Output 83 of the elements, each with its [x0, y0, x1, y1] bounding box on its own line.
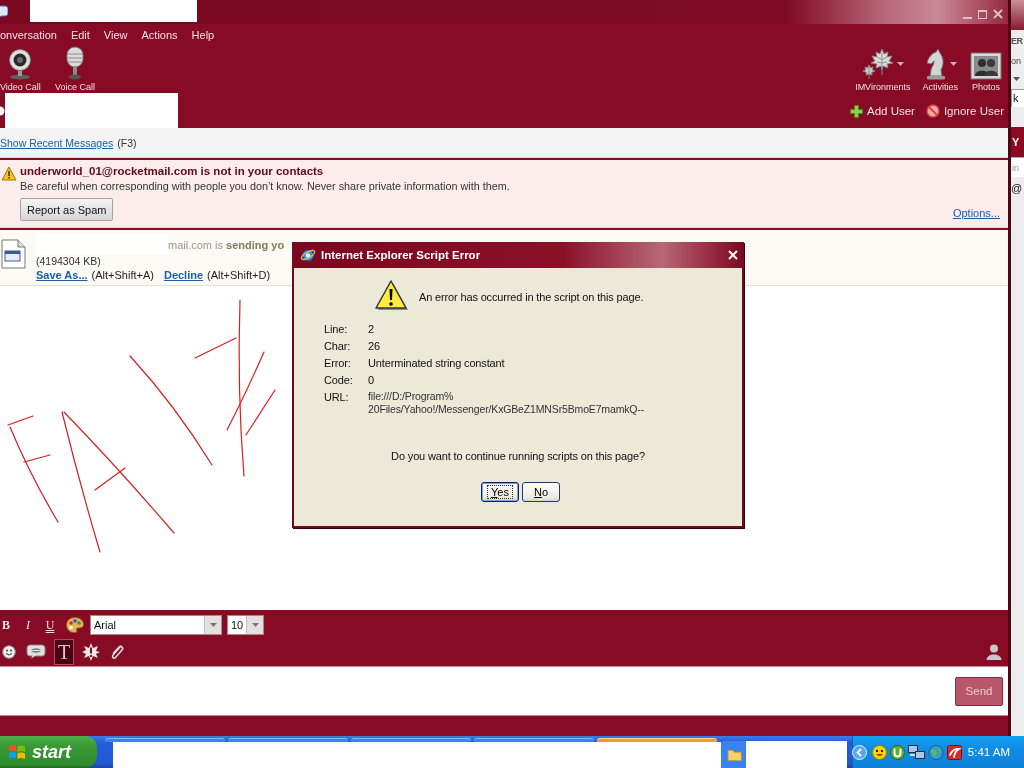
close-icon[interactable] — [993, 9, 1003, 19]
plus-icon — [849, 104, 863, 118]
caret-icon — [209, 623, 217, 627]
window-title-fragment: ER — [1011, 36, 1023, 47]
toolbar-button[interactable]: IMVironments — [855, 46, 911, 92]
start-button[interactable]: start — [0, 736, 97, 768]
menu-item[interactable]: Actions — [141, 28, 178, 41]
transfer-action-link[interactable]: Save As... — [36, 268, 88, 282]
toolbar-button[interactable]: Photos — [970, 46, 1002, 92]
chat-bubble-icon — [0, 5, 8, 19]
field-label: Line: — [324, 322, 348, 336]
chevron-left-icon[interactable] — [852, 744, 867, 760]
error-message: An error has occurred in the script on this page. — [419, 290, 644, 303]
warning-icon — [1, 166, 17, 181]
menu-item[interactable]: onversation — [0, 28, 57, 41]
field-value: file:///D:/Program% 20Files/Yahoo!/Messenger/KxGBeZ1MNSr5BmoE7mamkQ-- — [368, 390, 645, 416]
field-value: 0 — [368, 373, 374, 387]
shortcut-text: (Alt+Shift+D) — [207, 268, 271, 282]
photo-frame-icon — [970, 52, 1002, 80]
shortcut-text: (Alt+Shift+A) — [91, 268, 154, 282]
caret-icon — [1013, 77, 1020, 81]
toolbar-button[interactable]: Video Call — [0, 46, 41, 92]
text-fragment: @ — [1011, 182, 1023, 195]
field-label: Char: — [324, 339, 351, 353]
smiley-icon — [2, 645, 16, 659]
toolbar-button[interactable]: T — [54, 639, 75, 665]
heading-fragment: Y — [1011, 136, 1020, 148]
maximize-icon[interactable] — [978, 9, 987, 19]
field-label: Code: — [324, 373, 353, 387]
show-recent-link[interactable]: Show Recent Messages — [0, 136, 114, 149]
action-button[interactable]: Add User — [849, 104, 915, 118]
label-fragment: on — [1011, 56, 1021, 67]
options-link[interactable]: Options... — [952, 207, 1000, 219]
question-text: Do you want to continue running scripts on this page? — [391, 449, 645, 464]
speech-bubble-icon — [26, 644, 46, 660]
field-value: Unterminated string constant — [368, 356, 505, 370]
text-field[interactable]: k — [1011, 89, 1024, 107]
computers-icon[interactable] — [908, 744, 925, 760]
smiley-icon[interactable] — [872, 744, 887, 760]
transfer-headline: mail.com is sending yo — [168, 238, 285, 253]
warning-text: Be careful when corresponding with people you don’t know. Never share private information with them. — [20, 179, 510, 194]
format-button[interactable]: U — [44, 617, 56, 633]
menu-item[interactable]: View — [103, 28, 128, 41]
prohibited-icon — [925, 104, 940, 118]
report-spam-button[interactable]: Report as Spam — [20, 198, 114, 221]
leaf-icon — [861, 48, 896, 80]
taskbar-button[interactable] — [721, 741, 847, 768]
field-label: URL: — [324, 390, 349, 405]
flag-icon — [8, 743, 26, 761]
search-field[interactable]: in — [1011, 157, 1024, 177]
toolbar-button[interactable]: Voice Call — [54, 46, 95, 92]
transfer-action-link[interactable]: Decline — [163, 268, 204, 282]
warning-title: underworld_01@rocketmail.com is not in your contacts — [20, 164, 324, 179]
caret-icon — [251, 623, 259, 627]
field-value: 26 — [368, 339, 380, 353]
person-icon — [986, 644, 1002, 660]
status-icon — [0, 106, 5, 116]
menu-item[interactable]: Help — [191, 28, 215, 41]
starburst-icon — [82, 643, 101, 661]
menu-item[interactable]: Edit — [70, 28, 90, 41]
dialog-button[interactable]: Yes — [481, 482, 519, 502]
format-button[interactable]: B — [0, 617, 12, 633]
dialog-button[interactable]: No — [522, 482, 560, 502]
clock: 5:41 AM — [967, 746, 1010, 758]
chess-knight-icon — [923, 48, 948, 80]
field-value: 2 — [368, 322, 374, 336]
window-header — [1011, 0, 1024, 30]
toolbar-button[interactable]: Activities — [922, 46, 958, 92]
warning-icon — [375, 279, 409, 311]
square-app-icon[interactable] — [947, 744, 962, 760]
dialog-title: Internet Explorer Script Error — [321, 249, 481, 261]
paperclip-icon — [110, 643, 125, 661]
font-select[interactable]: Arial — [90, 615, 222, 635]
action-button[interactable]: Ignore User — [925, 104, 1004, 118]
format-button[interactable]: I — [22, 617, 34, 633]
field-label: Error: — [324, 356, 351, 370]
file-size: (4194304 KB) — [36, 255, 102, 268]
ring-logo-icon — [300, 247, 316, 263]
shortcut-text: (F3) — [117, 136, 137, 149]
folder-icon — [727, 747, 743, 762]
palette-icon[interactable] — [66, 617, 84, 633]
circle-u-icon[interactable] — [890, 744, 905, 760]
size-select[interactable]: 10 — [227, 615, 264, 635]
